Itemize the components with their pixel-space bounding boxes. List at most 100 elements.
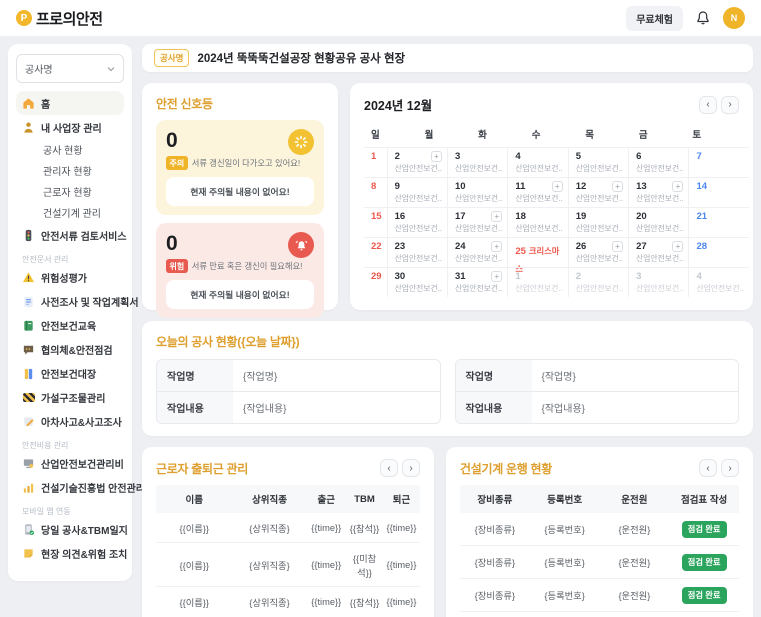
worker-next-button[interactable]: › — [402, 459, 420, 477]
calendar-day-cell[interactable]: 12+산업안전보건.. — [568, 177, 628, 207]
sidebar-item-manager-status[interactable]: 관리자 현황 — [16, 160, 124, 181]
inspection-complete-badge: 점검 완료 — [682, 521, 727, 538]
add-event-button[interactable]: + — [672, 181, 683, 192]
calendar-day-cell[interactable]: 30산업안전보건.. — [387, 267, 447, 297]
weekday-label: 토 — [685, 122, 739, 147]
calendar-day-cell[interactable]: 16산업안전보건.. — [387, 207, 447, 237]
notification-bell-icon[interactable] — [695, 10, 711, 26]
sidebar-item-my-workplace[interactable]: 내 사업장 관리 — [16, 115, 124, 139]
calendar-day-cell[interactable]: 29 — [364, 267, 387, 297]
calendar-day-cell[interactable]: 11+산업안전보건.. — [507, 177, 567, 207]
calendar-day-cell[interactable]: 23산업안전보건.. — [387, 237, 447, 267]
calendar-day-cell[interactable]: 2+산업안전보건.. — [387, 147, 447, 177]
calendar-day-cell[interactable]: 2산업안전보건.. — [568, 267, 628, 297]
calendar-day-cell[interactable]: 24+산업안전보건.. — [447, 237, 507, 267]
machine-operation-title: 건설기계 운행 현황 — [460, 460, 552, 477]
sidebar-item-risk-assessment[interactable]: 위험성평가 — [16, 265, 124, 289]
calendar-day-cell[interactable]: 3산업안전보건.. — [628, 267, 688, 297]
add-event-button[interactable]: + — [431, 151, 442, 162]
sidebar-item-pre-survey[interactable]: 사전조사 및 작업계획서 — [16, 289, 124, 313]
machine-next-button[interactable]: › — [721, 459, 739, 477]
inspection-complete-badge: 점검 완료 — [682, 554, 727, 571]
calendar-day-cell[interactable]: 4산업안전보건.. — [688, 267, 748, 297]
calendar-day-cell[interactable]: 3산업안전보건.. — [447, 147, 507, 177]
work-content-value: {작업내용} — [233, 392, 440, 423]
sidebar-item-worker-status[interactable]: 근로자 현황 — [16, 181, 124, 202]
app-logo[interactable]: P 프로의안전 — [16, 8, 103, 29]
sidebar-item-safety-ledger[interactable]: 안전보건대장 — [16, 361, 124, 385]
calendar-day-cell[interactable]: 31+산업안전보건.. — [447, 267, 507, 297]
add-event-button[interactable]: + — [491, 271, 502, 282]
weekday-label: 월 — [418, 122, 472, 147]
calendar-next-button[interactable]: › — [721, 96, 739, 114]
add-event-button[interactable]: + — [491, 211, 502, 222]
calendar-day-cell[interactable]: 9산업안전보건.. — [387, 177, 447, 207]
weekday-label: 일 — [364, 122, 418, 147]
user-avatar[interactable]: N — [723, 7, 745, 29]
sidebar-item-construction-status[interactable]: 공사 현황 — [16, 139, 124, 160]
danger-empty-message: 현재 주의될 내용이 없어요! — [166, 280, 314, 309]
logo-text: 프로의안전 — [36, 8, 103, 29]
add-event-button[interactable]: + — [552, 181, 563, 192]
calendar-day-cell[interactable]: 26+산업안전보건.. — [568, 237, 628, 267]
add-event-button[interactable]: + — [612, 241, 623, 252]
worker-prev-button[interactable]: ‹ — [380, 459, 398, 477]
calendar-day-cell[interactable]: 27+산업안전보건.. — [628, 237, 688, 267]
calendar-day-cell[interactable]: 7 — [688, 147, 748, 177]
table-row: {장비종류}{등록번호}{운전원}점검 완료 — [460, 612, 739, 617]
add-event-button[interactable]: + — [491, 241, 502, 252]
calendar-card: 2024년 12월 ‹ › 일 월 화 수 목 금 토 — [350, 83, 753, 310]
today-work-table-left: 작업명{작업명} 작업내용{작업내용} — [156, 359, 441, 424]
calendar-day-cell[interactable]: 21 — [688, 207, 748, 237]
app-window: P 프로의안전 무료체험 N 공사명 홈 내 사업장 관리 — [0, 0, 761, 617]
project-title-bar: 공사명 2024년 뚝뚝뚝건설공장 현황공유 공사 현장 — [142, 44, 753, 72]
calendar-day-cell[interactable]: 14 — [688, 177, 748, 207]
home-icon — [22, 97, 35, 110]
calendar-day-cell[interactable]: 1산업안전보건.. — [507, 267, 567, 297]
sidebar-item-site-opinion[interactable]: 현장 의견&위험 조치 — [16, 541, 124, 565]
sidebar-item-machine-mgmt[interactable]: 건설기계 관리 — [16, 202, 124, 223]
sidebar-item-doc-review[interactable]: 안전서류 검토서비스 — [16, 223, 124, 247]
sidebar-item-daily-tbm[interactable]: 당일 공사&TBM일지 — [16, 517, 124, 541]
logo-coin-icon: P — [16, 10, 32, 26]
sidebar-item-council[interactable]: 협의체&안전점검 — [16, 337, 124, 361]
add-event-button[interactable]: + — [672, 241, 683, 252]
calculator-icon — [22, 457, 35, 470]
clipboard-icon — [22, 295, 35, 308]
sidebar-item-near-miss[interactable]: 아차사고&사고조사 — [16, 409, 124, 433]
calendar-day-cell-holiday[interactable]: 25크리스마스 — [507, 237, 567, 267]
calendar-day-cell[interactable]: 22 — [364, 237, 387, 267]
project-select[interactable]: 공사명 — [16, 54, 124, 83]
table-row: {장비종류}{등록번호}{운전원}점검 완료 — [460, 513, 739, 546]
machine-prev-button[interactable]: ‹ — [699, 459, 717, 477]
chat-bubble-icon — [22, 343, 35, 356]
sidebar-item-industrial-cost[interactable]: 산업안전보건관리비 — [16, 451, 124, 475]
calendar-day-cell[interactable]: 28 — [688, 237, 748, 267]
inspection-complete-badge: 점검 완료 — [682, 587, 727, 604]
alarm-bell-icon — [288, 232, 314, 258]
calendar-day-cell[interactable]: 18산업안전보건.. — [507, 207, 567, 237]
free-trial-button[interactable]: 무료체험 — [626, 6, 683, 31]
sidebar-item-safety-education[interactable]: 안전보건교육 — [16, 313, 124, 337]
weekday-label: 수 — [525, 122, 579, 147]
sidebar-item-construction-cost[interactable]: 건설기술진흥법 안전관리비 — [16, 475, 124, 499]
calendar-day-cell[interactable]: 13+산업안전보건.. — [628, 177, 688, 207]
calendar-day-cell[interactable]: 8 — [364, 177, 387, 207]
calendar-day-cell[interactable]: 6산업안전보건.. — [628, 147, 688, 177]
calendar-day-cell[interactable]: 17+산업안전보건.. — [447, 207, 507, 237]
sidebar-item-home[interactable]: 홈 — [16, 91, 124, 115]
danger-desc: 서류 만료 혹은 갱신이 필요해요! — [192, 260, 303, 272]
calendar-day-cell[interactable]: 15 — [364, 207, 387, 237]
calendar-day-cell[interactable]: 10산업안전보건.. — [447, 177, 507, 207]
calendar-prev-button[interactable]: ‹ — [699, 96, 717, 114]
calendar-day-cell[interactable]: 19산업안전보건.. — [568, 207, 628, 237]
calendar-day-cell[interactable]: 1 — [364, 147, 387, 177]
project-name-badge: 공사명 — [154, 49, 189, 67]
table-row: {{이름}}{상위직종}{{time}}{{참석}}{{time}} — [156, 587, 420, 617]
calendar-day-cell[interactable]: 4산업안전보건.. — [507, 147, 567, 177]
calendar-day-cell[interactable]: 5산업안전보건.. — [568, 147, 628, 177]
add-event-button[interactable]: + — [612, 181, 623, 192]
machine-operation-card: 건설기계 운행 현황 ‹ › 장비종류 등록번호 운전원 점검표 작성 — [446, 447, 753, 617]
sidebar-item-temp-structure[interactable]: 가설구조물관리 — [16, 385, 124, 409]
calendar-day-cell[interactable]: 20산업안전보건.. — [628, 207, 688, 237]
